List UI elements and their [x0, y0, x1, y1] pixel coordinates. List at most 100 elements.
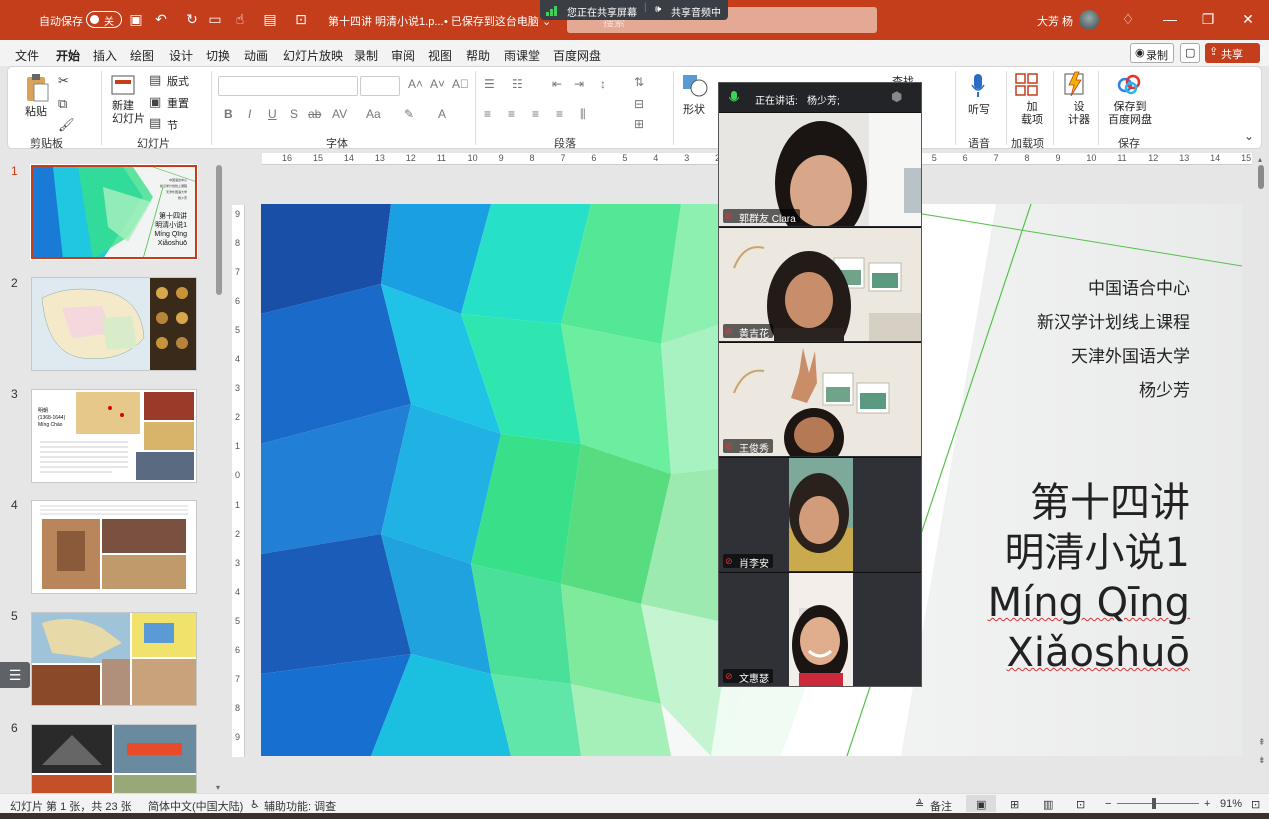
present-icon[interactable]: ▭: [207, 11, 223, 27]
font-color-icon[interactable]: A: [438, 107, 446, 121]
align-center-icon[interactable]: ≡: [508, 107, 515, 121]
slide-thumbnail-1[interactable]: 中国语合中心 新汉学计划线上课程 天津外国语大学 杨少芳 第十四讲 明清小说1 …: [30, 164, 198, 260]
bold-icon[interactable]: B: [224, 107, 233, 121]
outline-view-icon[interactable]: ☰: [0, 662, 30, 688]
menu-slideshow[interactable]: 幻灯片放映: [283, 47, 343, 64]
paste-icon[interactable]: [24, 73, 50, 103]
designer-label[interactable]: 设 计器: [1068, 101, 1090, 127]
decrease-indent-icon[interactable]: ⇤: [552, 77, 562, 91]
participant-tile[interactable]: 肖李安 ⊘: [719, 457, 921, 571]
language[interactable]: 简体中文(中国大陆): [148, 798, 243, 814]
microphone-icon[interactable]: [970, 73, 986, 99]
baidu-cloud-icon[interactable]: [1116, 73, 1142, 95]
touch-icon[interactable]: ☝: [232, 11, 248, 27]
prev-slide-icon[interactable]: ⇞: [1258, 737, 1266, 748]
normal-view-icon[interactable]: ▣: [976, 798, 986, 811]
layout-label[interactable]: 版式: [167, 73, 189, 89]
minimize-icon[interactable]: —: [1162, 11, 1178, 27]
menu-view[interactable]: 视图: [428, 47, 452, 64]
participant-tile[interactable]: 郭群友 Clara ⊘: [719, 112, 921, 226]
shrink-font-icon[interactable]: A˅: [430, 77, 445, 91]
format-painter-icon[interactable]: 🖌: [58, 117, 75, 133]
paste-label[interactable]: 粘贴: [25, 103, 47, 119]
new-slide-icon[interactable]: [111, 73, 137, 97]
slide-thumbnail-3[interactable]: 明朝 (1368-1644) Míng Cháo: [31, 389, 197, 483]
menu-rain-classroom[interactable]: 雨课堂: [504, 47, 540, 64]
notes-icon[interactable]: ≜: [915, 798, 924, 811]
save-status[interactable]: • 已保存到这台电脑 ⌄: [444, 13, 551, 29]
dictate-label[interactable]: 听写: [968, 101, 990, 117]
text-direction-icon[interactable]: ⇅: [634, 75, 644, 89]
numbering-icon[interactable]: ☷: [512, 77, 523, 91]
scroll-down-icon[interactable]: ▾: [216, 783, 220, 792]
italic-icon[interactable]: I: [248, 107, 251, 121]
zoom-slider-track[interactable]: [1117, 803, 1199, 804]
menu-help[interactable]: 帮助: [466, 47, 490, 64]
accessibility-status[interactable]: 辅助功能: 调查: [264, 798, 336, 814]
grid-view-icon[interactable]: ⬢: [891, 89, 902, 105]
slide-thumbnail-2[interactable]: [31, 277, 197, 371]
menu-insert[interactable]: 插入: [93, 47, 117, 64]
user-name[interactable]: 大芳 杨: [1037, 13, 1073, 29]
zoom-slider-thumb[interactable]: [1152, 798, 1156, 809]
font-name-field[interactable]: [218, 76, 358, 96]
font-size-field[interactable]: [360, 76, 400, 96]
align-left-icon[interactable]: ≡: [484, 107, 491, 121]
scroll-thumb[interactable]: [1258, 165, 1264, 189]
autosave-toggle[interactable]: 关: [86, 11, 122, 28]
clear-format-icon[interactable]: A⃠: [452, 77, 469, 91]
menu-file[interactable]: 文件: [15, 47, 39, 64]
share-button[interactable]: ⇪ 共享: [1205, 43, 1260, 63]
participant-tile[interactable]: 黄吉花 ⊘: [719, 227, 921, 341]
spacing-icon[interactable]: AV: [332, 107, 347, 121]
reset-label[interactable]: 重置: [167, 95, 189, 111]
thumbnail-scrollbar[interactable]: [216, 165, 222, 295]
new-slide-label[interactable]: 新建 幻灯片: [112, 100, 145, 126]
scroll-up-icon[interactable]: ▴: [1258, 155, 1262, 164]
line-spacing-icon[interactable]: ↕: [600, 77, 606, 91]
undo-icon[interactable]: ↶: [153, 11, 169, 27]
shape-icon[interactable]: [682, 73, 708, 97]
lightbulb-icon[interactable]: ♢: [1120, 11, 1136, 27]
comments-button[interactable]: ▢: [1180, 43, 1200, 63]
change-case-icon[interactable]: Aa: [366, 107, 381, 121]
grow-font-icon[interactable]: A˄: [408, 77, 423, 91]
addins-label[interactable]: 加 载项: [1021, 101, 1043, 127]
menu-home[interactable]: 开始: [56, 47, 81, 69]
justify-icon[interactable]: ≡: [556, 107, 563, 121]
addins-icon[interactable]: [1015, 73, 1041, 97]
record-button[interactable]: ◉ 录制: [1130, 43, 1174, 63]
slide-thumbnail-5[interactable]: [31, 612, 197, 706]
maximize-icon[interactable]: ❐: [1200, 11, 1216, 27]
menu-design[interactable]: 设计: [169, 47, 193, 64]
zoom-out-icon[interactable]: −: [1105, 798, 1111, 810]
slide-sorter-icon[interactable]: ⊞: [1010, 798, 1019, 811]
underline-icon[interactable]: U: [268, 107, 277, 121]
collapse-ribbon-icon[interactable]: ⌄: [1244, 129, 1254, 143]
smartart-icon[interactable]: ⊞: [634, 117, 644, 131]
next-slide-icon[interactable]: ⇟: [1258, 755, 1266, 766]
menu-transitions[interactable]: 切换: [206, 47, 230, 64]
user-avatar[interactable]: [1079, 10, 1099, 30]
audio-label[interactable]: 共享音频中: [671, 4, 721, 19]
save-baidu-label[interactable]: 保存到 百度网盘: [1108, 101, 1152, 127]
slide-thumbnail-4[interactable]: [31, 500, 197, 594]
strikethrough-icon[interactable]: ab: [308, 107, 321, 121]
section-icon[interactable]: ▤: [149, 115, 161, 131]
copy-icon[interactable]: ⧉: [58, 96, 67, 112]
video-meeting-panel[interactable]: 正在讲话: 杨少芳; ⬢ 郭群友 Clara ⊘ 黄吉花 ⊘ 王俊秀 ⊘ 肖李安…: [718, 82, 922, 687]
highlight-icon[interactable]: ✎: [404, 107, 414, 121]
customize-icon[interactable]: ⊡: [293, 11, 309, 27]
participant-tile[interactable]: 王俊秀 ⊘: [719, 342, 921, 456]
menu-review[interactable]: 审阅: [391, 47, 415, 64]
columns-icon[interactable]: ⫼: [580, 107, 586, 122]
shadow-icon[interactable]: S: [290, 107, 298, 121]
designer-icon[interactable]: [1063, 71, 1087, 97]
participant-tile[interactable]: 文惠瑟 ⊘: [719, 572, 921, 686]
zoom-level[interactable]: 91%: [1220, 798, 1242, 810]
increase-indent-icon[interactable]: ⇥: [574, 77, 584, 91]
notes-label[interactable]: 备注: [930, 798, 952, 814]
zoom-in-icon[interactable]: +: [1204, 798, 1210, 810]
close-icon[interactable]: ✕: [1240, 11, 1256, 27]
layout-icon[interactable]: ▤: [149, 72, 161, 88]
